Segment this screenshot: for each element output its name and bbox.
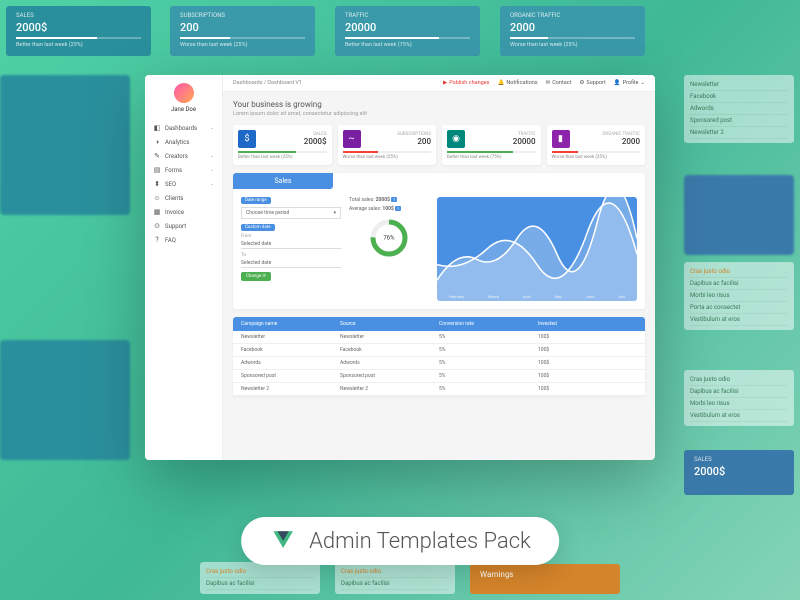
to-date-input[interactable]: Selected date bbox=[241, 259, 341, 268]
bg-mini-stat: SALES 2000$ bbox=[684, 450, 794, 495]
change-button[interactable]: Change ⟳ bbox=[241, 272, 271, 281]
bg-bottom-list-1: Cras justo odio Dapibus ac facilisi bbox=[200, 562, 320, 594]
nav-analytics[interactable]: ◑Analytics bbox=[145, 135, 222, 149]
chevron-down-icon: ⌄ bbox=[210, 181, 214, 187]
avatar[interactable] bbox=[174, 83, 194, 103]
analytics-icon: ◑ bbox=[153, 138, 161, 146]
user-icon: 👤 bbox=[614, 80, 621, 86]
bg-blue-panel bbox=[684, 175, 794, 255]
custom-date-pill[interactable]: Custom date bbox=[241, 224, 275, 231]
youtube-icon: ▶ bbox=[443, 80, 447, 86]
seo-icon: ⬍ bbox=[153, 180, 161, 188]
sales-line-chart: FebruaryMarchAprilMayJuneJuly bbox=[437, 197, 637, 301]
nav-creators[interactable]: ✎Creators⌄ bbox=[145, 149, 222, 163]
table-header: Campaign nameSourceConversion rateInvest… bbox=[233, 317, 645, 331]
bg-warnings: Warnings bbox=[470, 564, 620, 594]
page-subtitle: Lorem ipsum dolor sit amet, consectetur … bbox=[233, 111, 645, 117]
table-row[interactable]: Newsletter 2Newsletter 25%100$ bbox=[233, 383, 645, 396]
campaign-table: Campaign nameSourceConversion rateInvest… bbox=[233, 317, 645, 396]
table-row[interactable]: NewsletterNewsletter5%100$ bbox=[233, 331, 645, 344]
period-select[interactable]: Choose time period▾ bbox=[241, 207, 341, 219]
bg-bottom-list-2: Cras justo odio Dapibus ac facilisi bbox=[335, 562, 455, 594]
clients-icon: ☺ bbox=[153, 194, 161, 202]
bell-icon: 🔔 bbox=[497, 80, 504, 86]
nav-support[interactable]: ⊙Support bbox=[145, 219, 222, 233]
vue-logo-icon bbox=[269, 527, 297, 555]
stat-card-organic: ▮ORGANIC TRAFFIC2000 Worse than last wee… bbox=[547, 125, 646, 165]
bars-icon: ▮ bbox=[552, 130, 570, 148]
stat-card-subs: ~SUBSCRIPTIONS200 Worse than last week (… bbox=[338, 125, 437, 165]
sales-panel: Sales Date range Choose time period▾ Cus… bbox=[233, 173, 645, 309]
donut-chart: 76% bbox=[369, 218, 409, 258]
nav-forms[interactable]: ▤Forms⌄ bbox=[145, 163, 222, 177]
gear-icon: ⚙ bbox=[579, 80, 584, 86]
nav-seo[interactable]: ⬍SEO⌄ bbox=[145, 177, 222, 191]
stat-card-sales: $SALES2000$ Better than last week (25%) bbox=[233, 125, 332, 165]
chevron-down-icon: ⌄ bbox=[210, 167, 214, 173]
contact-link[interactable]: ✉Contact bbox=[546, 80, 572, 86]
nav-dashboards[interactable]: ◧Dashboards⌄ bbox=[145, 121, 222, 135]
nav-clients[interactable]: ☺Clients bbox=[145, 191, 222, 205]
chevron-down-icon: ⌄ bbox=[640, 80, 645, 86]
question-icon: ? bbox=[153, 236, 161, 244]
support-link[interactable]: ⚙Support bbox=[579, 80, 605, 86]
pack-title: Admin Templates Pack bbox=[309, 529, 531, 554]
table-row[interactable]: Sponsored postSponsored post5%100$ bbox=[233, 370, 645, 383]
invoice-icon: ▦ bbox=[153, 208, 161, 216]
topbar: Dashboards / Dashboard V1 ▶Publish chang… bbox=[223, 75, 655, 92]
publish-link[interactable]: ▶Publish changes bbox=[443, 80, 490, 86]
bg-barchart-panel bbox=[0, 340, 130, 460]
profile-link[interactable]: 👤Profile⌄ bbox=[614, 80, 645, 86]
bg-map-panel bbox=[0, 75, 130, 215]
stat-card-traffic: ◉TRAFFIC20000 Better than last week (75%… bbox=[442, 125, 541, 165]
date-range-pill[interactable]: Date range bbox=[241, 197, 271, 204]
bg-lorem-list: Cras justo odio Dapibus ac facilisi Morb… bbox=[684, 262, 794, 330]
bg-lorem-list-2: Cras justo odio Dapibus ac facilisi Morb… bbox=[684, 370, 794, 426]
bg-stat-card-organic: ORGANIC TRAFFIC 2000 Worse than last wee… bbox=[500, 6, 645, 56]
total-sales: Total sales: 2000$ ? bbox=[349, 197, 429, 203]
bg-campaign-list: Newsletter Facebook Adwords Sponsored po… bbox=[684, 75, 794, 143]
sales-title: Sales bbox=[233, 173, 333, 189]
dashboard-window: Jane Doe ◧Dashboards⌄ ◑Analytics ✎Creato… bbox=[145, 75, 655, 460]
from-date-input[interactable]: Selected date bbox=[241, 240, 341, 249]
bg-stat-card-sales: SALES 2000$ Better than last week (25%) bbox=[6, 6, 151, 56]
pencil-icon: ✎ bbox=[153, 152, 161, 160]
chevron-down-icon: ⌄ bbox=[210, 125, 214, 131]
title-pill: Admin Templates Pack bbox=[241, 517, 559, 565]
nav-faq[interactable]: ?FAQ bbox=[145, 233, 222, 247]
username: Jane Doe bbox=[145, 106, 222, 113]
avg-sales: Average sales: 100$ ? bbox=[349, 206, 429, 212]
notifications-link[interactable]: 🔔Notifications bbox=[497, 80, 537, 86]
table-row[interactable]: FacebookFacebook5%100$ bbox=[233, 344, 645, 357]
bg-stat-card-subs: SUBSCRIPTIONS 200 Worse than last week (… bbox=[170, 6, 315, 56]
dollar-icon: $ bbox=[238, 130, 256, 148]
bg-stat-card-traffic: TRAFFIC 20000 Better than last week (75%… bbox=[335, 6, 480, 56]
mail-icon: ✉ bbox=[546, 80, 551, 86]
table-row[interactable]: AdwordsAdwords5%100$ bbox=[233, 357, 645, 370]
sidebar: Jane Doe ◧Dashboards⌄ ◑Analytics ✎Creato… bbox=[145, 75, 223, 460]
target-icon: ◉ bbox=[447, 130, 465, 148]
caret-icon: ▾ bbox=[333, 210, 336, 216]
forms-icon: ▤ bbox=[153, 166, 161, 174]
chart-icon: ~ bbox=[343, 130, 361, 148]
main-content: Dashboards / Dashboard V1 ▶Publish chang… bbox=[223, 75, 655, 460]
stat-row: $SALES2000$ Better than last week (25%) … bbox=[233, 125, 645, 165]
support-icon: ⊙ bbox=[153, 222, 161, 230]
nav-invoice[interactable]: ▦Invoice bbox=[145, 205, 222, 219]
breadcrumb[interactable]: Dashboards / Dashboard V1 bbox=[233, 80, 302, 86]
page-title: Your business is growing bbox=[233, 100, 645, 109]
dashboard-icon: ◧ bbox=[153, 124, 161, 132]
chevron-down-icon: ⌄ bbox=[210, 153, 214, 159]
